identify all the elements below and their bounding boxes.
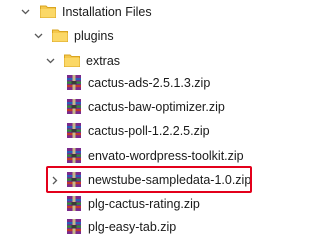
tree-file-item[interactable]: cactus-ads-2.5.1.3.zip — [0, 71, 282, 95]
zip-archive-icon — [66, 218, 82, 235]
tree-node-installation-files[interactable]: Installation Files — [0, 0, 282, 24]
highlight-box — [46, 166, 252, 193]
file-label: cactus-ads-2.5.1.3.zip — [88, 76, 211, 90]
zip-archive-icon — [66, 98, 82, 115]
file-label: plg-easy-tab.zip — [88, 220, 177, 234]
zip-archive-icon — [66, 74, 82, 91]
folder-icon — [64, 53, 80, 67]
tree-node-label: extras — [86, 54, 121, 68]
tree-file-item[interactable]: plg-cactus-rating.zip — [0, 192, 282, 216]
tree-node-label: plugins — [74, 29, 114, 43]
tree-node-plugins[interactable]: plugins — [0, 24, 282, 48]
expand-chevron-icon[interactable] — [33, 24, 43, 48]
folder-tree: Installation Files plugins extras cactus… — [0, 0, 282, 241]
tree-file-item[interactable]: envato-wordpress-toolkit.zip — [0, 144, 282, 168]
file-label: cactus-poll-1.2.2.5.zip — [88, 124, 210, 138]
tree-file-item[interactable]: cactus-baw-optimizer.zip — [0, 95, 282, 119]
folder-icon — [52, 28, 68, 42]
tree-node-extras[interactable]: extras — [0, 49, 282, 73]
file-label: envato-wordpress-toolkit.zip — [88, 149, 244, 163]
expand-chevron-icon[interactable] — [45, 49, 55, 73]
expand-chevron-icon[interactable] — [20, 0, 30, 24]
tree-file-item[interactable]: plg-easy-tab.zip — [0, 215, 282, 239]
tree-node-label: Installation Files — [62, 5, 152, 19]
folder-icon — [40, 4, 56, 18]
file-label: plg-cactus-rating.zip — [88, 197, 200, 211]
tree-file-item[interactable]: cactus-poll-1.2.2.5.zip — [0, 119, 282, 143]
zip-archive-icon — [66, 195, 82, 212]
file-label: cactus-baw-optimizer.zip — [88, 100, 225, 114]
zip-archive-icon — [66, 122, 82, 139]
zip-archive-icon — [66, 147, 82, 164]
